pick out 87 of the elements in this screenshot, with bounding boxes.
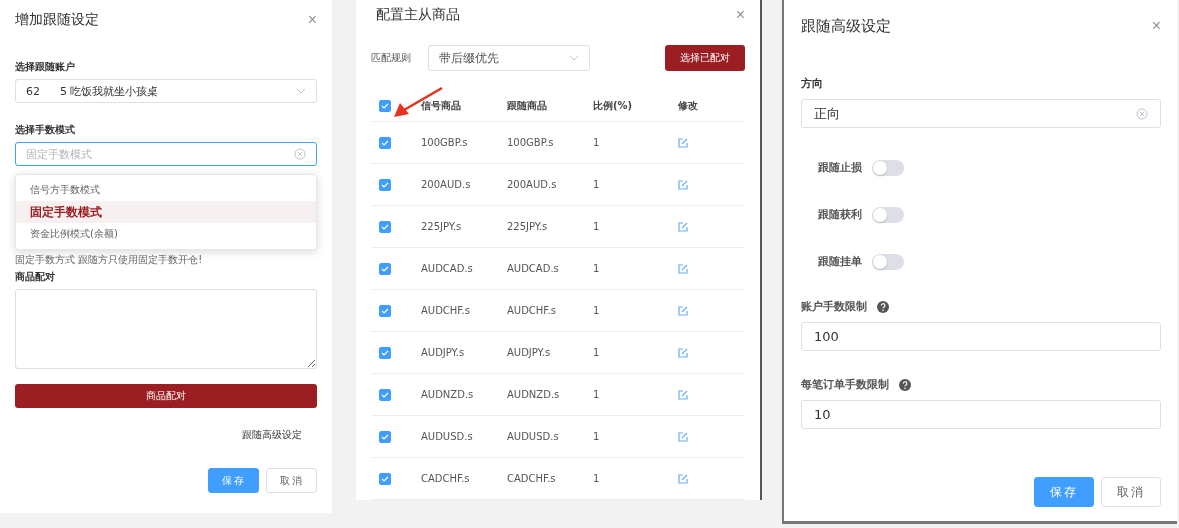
table-cell-text: AUDCHF.s: [421, 305, 471, 316]
column-header: 比例(%): [593, 99, 634, 113]
toggle-switch[interactable]: [872, 253, 904, 270]
field-label: 选择手数模式: [15, 123, 76, 137]
dialog-title: 增加跟随设定: [15, 11, 99, 29]
table-cell-text: AUDJPY.s: [507, 347, 552, 358]
input-field[interactable]: 100: [801, 322, 1161, 351]
help-icon[interactable]: [899, 378, 911, 391]
checkbox[interactable]: [379, 136, 391, 149]
table-cell-text: 100GBP.s: [421, 137, 469, 148]
edit-icon[interactable]: [678, 473, 688, 484]
table-cell-text: AUDCAD.s: [507, 263, 560, 274]
edit-icon[interactable]: [678, 431, 688, 442]
field-label: 选择跟随账户: [15, 60, 76, 74]
column-header: 信号商品: [421, 99, 462, 113]
table-cell-text: 1: [593, 347, 601, 358]
table-cell-text: AUDJPY.s: [421, 347, 466, 358]
table-cell-text: AUDNZD.s: [421, 389, 475, 400]
edit-icon[interactable]: [678, 137, 688, 148]
switch-label: 跟随止损: [818, 160, 862, 175]
table-cell-text: 1: [593, 179, 601, 190]
switch-label: 跟随获利: [818, 207, 862, 222]
checkbox[interactable]: [379, 178, 391, 191]
pairing-textarea[interactable]: [15, 289, 317, 369]
checkbox[interactable]: [379, 100, 391, 112]
field-label: 方向: [801, 76, 824, 91]
table-cell-text: 225JPY.s: [507, 221, 549, 232]
match-rule-select[interactable]: 带后缀优先: [428, 45, 590, 71]
edit-icon[interactable]: [678, 347, 688, 358]
table-cell-text: AUDUSD.s: [421, 431, 474, 442]
chevron-icon: [569, 55, 579, 61]
clear-icon: [1136, 107, 1148, 120]
checkbox[interactable]: [379, 220, 391, 233]
checkbox[interactable]: [379, 430, 391, 443]
cancel-button[interactable]: 取消: [266, 468, 317, 493]
dialog-title: 配置主从商品: [376, 6, 460, 24]
table-cell-text: AUDUSD.s: [507, 431, 560, 442]
toggle-switch[interactable]: [872, 206, 904, 223]
table-cell-text: AUDCAD.s: [421, 263, 474, 274]
chevron-icon: [296, 88, 306, 94]
clear-icon: [294, 148, 306, 160]
field-label: 每笔订单手数限制: [801, 377, 889, 392]
checkbox[interactable]: [379, 346, 391, 359]
checkbox[interactable]: [379, 472, 391, 485]
toggle-switch[interactable]: [872, 159, 904, 176]
table-cell-text: 1: [593, 137, 601, 148]
help-icon[interactable]: [877, 300, 889, 313]
checkbox[interactable]: [379, 388, 391, 401]
dialog-title: 跟随高级设定: [801, 16, 891, 36]
table-cell-text: 200AUD.s: [507, 179, 558, 190]
hint-text: 固定手数方式 跟随方只使用固定手数开仓!: [15, 253, 204, 267]
table-cell-text: 1: [593, 431, 601, 442]
checkbox[interactable]: [379, 304, 391, 317]
pairing-button[interactable]: 商品配对: [15, 384, 317, 408]
table-cell-text: AUDNZD.s: [507, 389, 561, 400]
dropdown-option[interactable]: 固定手数模式: [16, 201, 316, 223]
edit-icon[interactable]: [678, 263, 688, 274]
table-cell-text: 100GBP.s: [507, 137, 555, 148]
direction-select[interactable]: 正向: [801, 99, 1161, 128]
input-field[interactable]: 10: [801, 400, 1161, 429]
table-cell-text: 1: [593, 263, 601, 274]
field-label: 匹配规则: [371, 51, 412, 65]
table-cell-text: AUDCHF.s: [507, 305, 557, 316]
column-header: 修改: [678, 99, 699, 113]
account-select[interactable]: 62 5 吃饭我就坐小孩桌: [15, 79, 317, 103]
edit-icon[interactable]: [678, 389, 688, 400]
select-paired-button[interactable]: 选择已配对: [665, 45, 745, 71]
table-cell-text: 1: [593, 473, 601, 484]
switch-label: 跟随挂单: [818, 254, 862, 269]
edit-icon[interactable]: [678, 305, 688, 316]
advanced-settings-link[interactable]: 跟随高级设定: [242, 428, 302, 442]
field-label: 账户手数限制: [801, 299, 867, 314]
checkbox[interactable]: [379, 262, 391, 275]
table-cell-text: 1: [593, 305, 601, 316]
edit-icon[interactable]: [678, 221, 688, 232]
column-header: 跟随商品: [507, 99, 548, 113]
field-label: 商品配对: [15, 270, 56, 284]
dropdown-option[interactable]: 资金比例模式(余额): [16, 223, 316, 245]
table-cell-text: 1: [593, 389, 601, 400]
table-cell-text: 1: [593, 221, 601, 232]
edit-icon[interactable]: [678, 179, 688, 190]
table-cell-text: 225JPY.s: [421, 221, 463, 232]
table-cell-text: 200AUD.s: [421, 179, 472, 190]
cancel-button[interactable]: 取消: [1101, 477, 1161, 507]
dropdown-option[interactable]: 信号方手数模式: [16, 179, 316, 201]
table-cell-text: CADCHF.s: [507, 473, 557, 484]
table-cell-text: CADCHF.s: [421, 473, 471, 484]
